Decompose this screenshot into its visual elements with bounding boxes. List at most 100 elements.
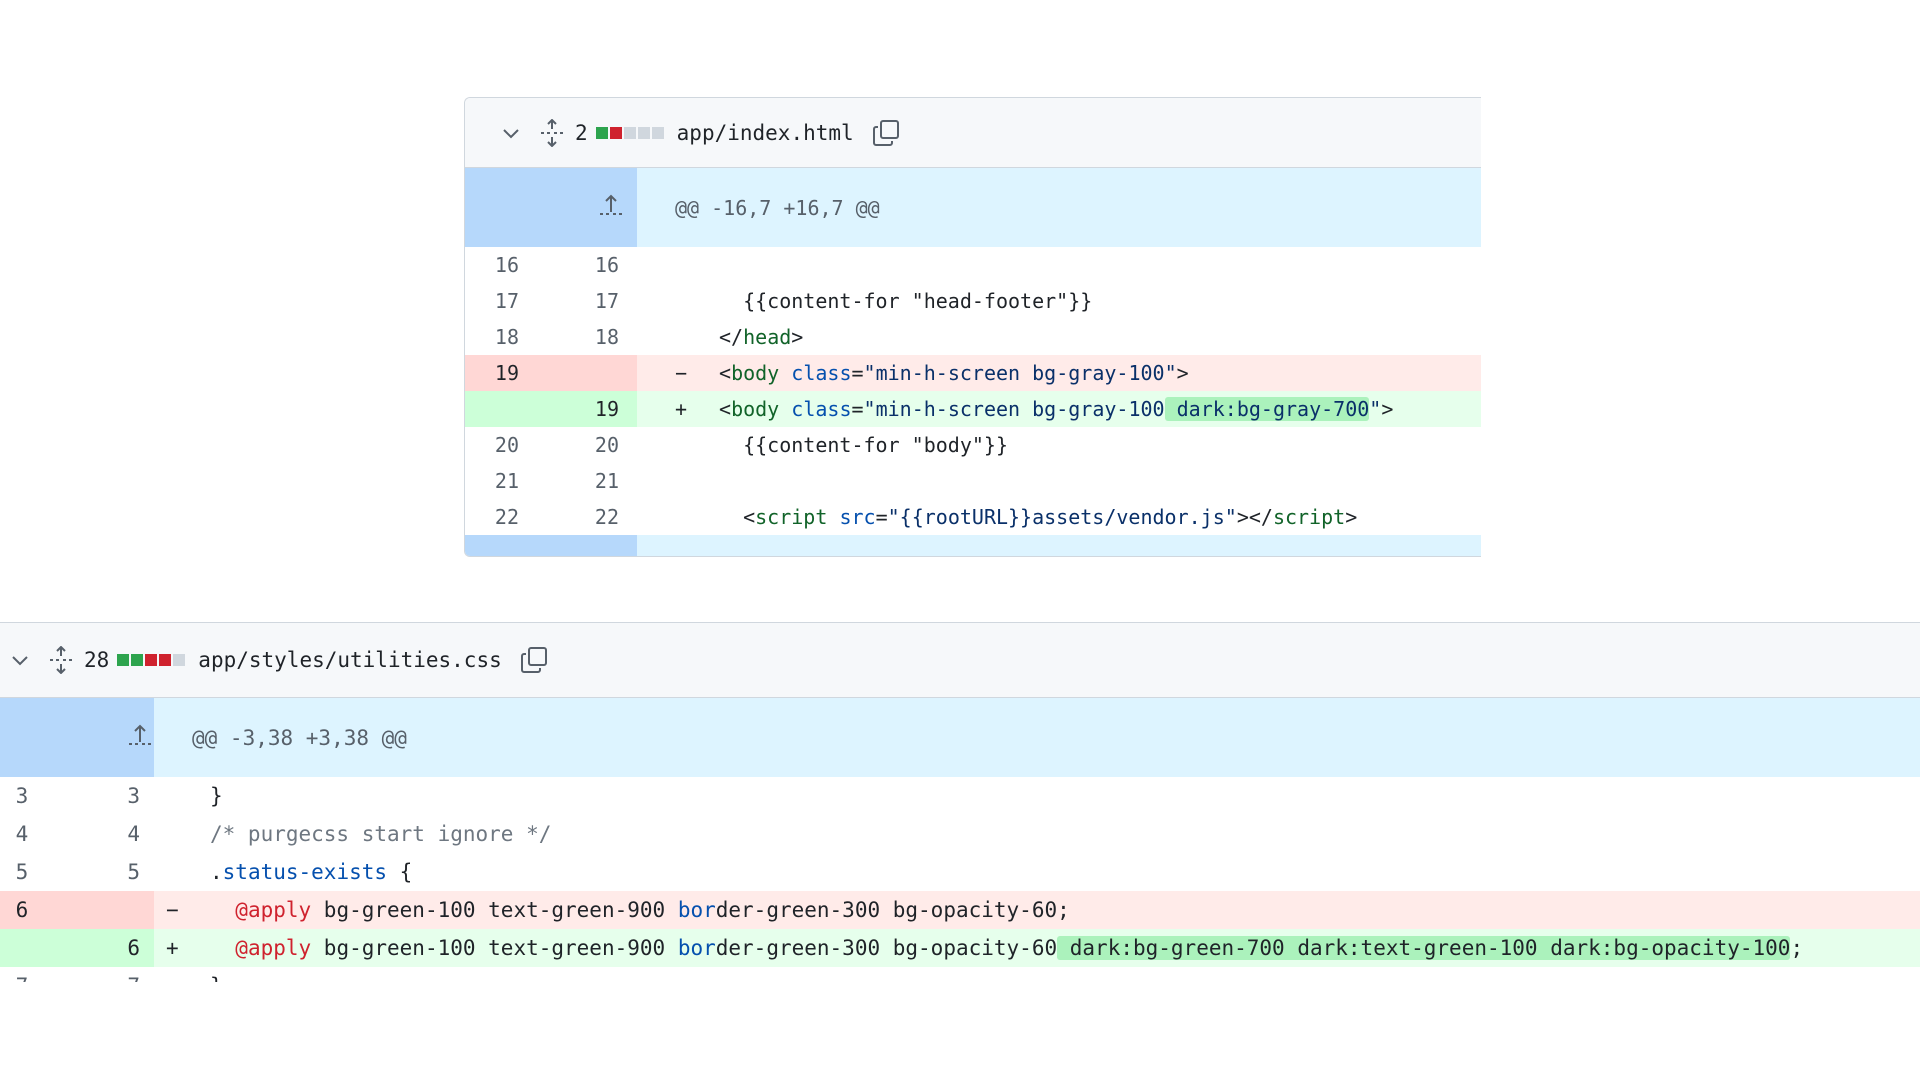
new-line-number[interactable]: 17 [551, 283, 637, 319]
code-line [637, 463, 1481, 499]
new-line-number[interactable]: 4 [74, 815, 154, 853]
context-line: 21 21 [465, 463, 1481, 499]
new-line-number[interactable] [74, 891, 154, 929]
old-line-number[interactable]: 7 [0, 967, 74, 982]
code-line: /* purgecss start ignore */ [154, 815, 1920, 853]
old-line-number[interactable]: 22 [465, 499, 551, 535]
code-token: bor [677, 936, 716, 960]
expand-all-icon[interactable] [539, 118, 565, 147]
old-line-number[interactable] [0, 929, 74, 967]
expand-up-button[interactable] [0, 698, 154, 777]
code-token: < [719, 505, 756, 529]
new-line-number[interactable]: 5 [74, 853, 154, 891]
code-token: dark:bg-gray-700 [1164, 397, 1370, 421]
new-line-number[interactable]: 22 [551, 499, 637, 535]
diff-sign: + [166, 936, 179, 960]
file-header: 28 app/styles/utilities.css [0, 623, 1920, 698]
code-token: script [1272, 505, 1346, 529]
code-token: } [210, 784, 223, 808]
new-line-number[interactable]: 21 [551, 463, 637, 499]
new-line-number[interactable]: 16 [551, 247, 637, 283]
code-token: ; [1790, 936, 1804, 960]
old-line-number[interactable]: 6 [0, 891, 74, 929]
diffstat-del-square [145, 654, 158, 666]
code-token: } [210, 974, 223, 982]
old-line-number[interactable]: 5 [0, 853, 74, 891]
copy-icon[interactable] [520, 646, 548, 674]
old-line-number[interactable] [465, 391, 551, 427]
code-token: { [387, 860, 413, 884]
code-line: .status-exists { [154, 853, 1920, 891]
diffstat-neutral-square [637, 126, 650, 139]
context-line: 16 16 [465, 247, 1481, 283]
code-line: </head> [637, 319, 1481, 355]
code-token: bg-green-100 text-green-900 [311, 898, 678, 922]
code-token: status-exists [222, 860, 388, 884]
added-line: 19 + <body class="min-h-screen bg-gray-100… [465, 391, 1481, 427]
file-name[interactable]: app/styles/utilities.css [198, 648, 501, 672]
code-token: src [839, 505, 876, 529]
code-token: script [755, 505, 828, 529]
context-line: 3 3} [0, 777, 1920, 815]
new-line-number[interactable] [551, 355, 638, 391]
code-token: {{content-for "head-footer"}} [719, 289, 1093, 313]
old-line-number[interactable]: 4 [0, 815, 74, 853]
context-line: 17 17 {{content-for "head-footer"}} [465, 283, 1481, 319]
code-token: > [1176, 361, 1189, 385]
diffstat-neutral-square [173, 654, 186, 666]
deleted-line: 6 − @apply bg-green-100 text-green-900 bo… [0, 891, 1920, 929]
code-token: "min-h-screen bg-gray-100 [863, 397, 1165, 421]
code-token: der-green-300 bg-opacity-60 [715, 936, 1058, 960]
old-line-number[interactable]: 18 [465, 319, 551, 355]
code-line: } [154, 777, 1920, 815]
old-line-number[interactable]: 17 [465, 283, 551, 319]
diffstat-neutral-square [651, 126, 664, 139]
code-token: </ [719, 325, 744, 349]
new-line-number[interactable]: 7 [74, 967, 154, 982]
expand-all-icon[interactable] [48, 646, 74, 674]
new-line-number[interactable]: 20 [551, 427, 637, 463]
code-token: /* purgecss start ignore */ [210, 822, 552, 846]
copy-icon[interactable] [872, 119, 900, 147]
diffstat-bar [117, 654, 186, 666]
expand-up-button[interactable] [465, 168, 638, 247]
code-line: } [154, 967, 1920, 982]
file-name[interactable]: app/index.html [677, 121, 854, 145]
context-line: 20 20 {{content-for "body"}} [465, 427, 1481, 463]
change-count: 2 [575, 120, 588, 145]
code-token: bg-green-100 text-green-900 [311, 936, 678, 960]
diffstat-add-square [131, 654, 144, 666]
old-line-number[interactable]: 19 [465, 355, 551, 391]
context-line: 4 4 /* purgecss start ignore */ [0, 815, 1920, 853]
diffstat-del-square [609, 126, 622, 139]
old-line-number[interactable]: 20 [465, 427, 551, 463]
old-line-number[interactable]: 21 [465, 463, 551, 499]
new-line-number[interactable]: 19 [551, 391, 638, 427]
code-line: {{content-for "body"}} [637, 427, 1481, 463]
code-token: = [875, 505, 888, 529]
file-header: 2 app/index.html [465, 98, 1481, 168]
hunk-header: @@ -16,7 +16,7 @@ [637, 168, 1481, 247]
old-line-number[interactable]: 16 [465, 247, 551, 283]
diff-table: @@ -16,7 +16,7 @@ 16 16 17 17 {{content-for… [465, 168, 1481, 556]
chevron-down-icon[interactable] [10, 653, 30, 667]
diff-file-utilities-css: 28 app/styles/utilities.css @@ -3,38 +3,… [0, 622, 1920, 982]
code-line [637, 247, 1481, 283]
code-token: . [210, 860, 223, 884]
chevron-down-icon[interactable] [501, 126, 521, 140]
code-token: < [719, 397, 732, 421]
new-line-number[interactable]: 18 [551, 319, 637, 355]
code-token: " [1369, 397, 1382, 421]
new-line-number[interactable]: 3 [74, 777, 154, 815]
code-token: "min-h-screen bg-gray-100" [863, 361, 1177, 385]
expand-down-button[interactable] [465, 535, 638, 556]
code-token: > [1381, 397, 1394, 421]
expand-row [465, 535, 1481, 556]
code-line: <script src="{{rootURL}}assets/vendor.js… [637, 499, 1481, 535]
change-count: 28 [84, 648, 110, 672]
old-line-number[interactable]: 3 [0, 777, 74, 815]
new-line-number[interactable]: 6 [74, 929, 154, 967]
context-line: 18 18 </head> [465, 319, 1481, 355]
